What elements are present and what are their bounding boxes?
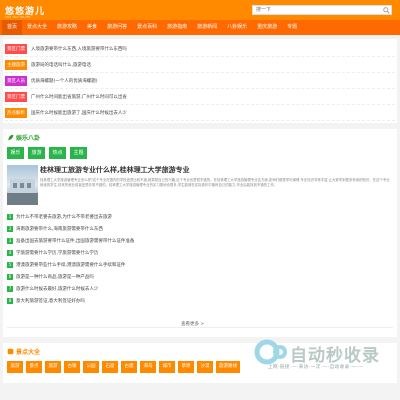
scenic-tab[interactable]: 旅游 bbox=[7, 361, 23, 373]
divider bbox=[7, 327, 393, 328]
nav-item-qa[interactable]: 旅游问答 bbox=[102, 20, 132, 35]
section-title: 娱乐八卦 bbox=[16, 134, 41, 142]
list-item-link[interactable]: 海南旅游要带什么,海南旅游需要带什么东西 bbox=[16, 226, 103, 232]
featured-thumbnail[interactable] bbox=[7, 165, 38, 205]
category-badge[interactable]: 景区门票 bbox=[5, 43, 27, 54]
gossip-section: 娱乐八卦 娱乐 旅游 热点 主题 桂林理工旅游专业什么样,桂林理工大学旅游专业 … bbox=[3, 129, 397, 337]
scenic-tab[interactable]: 古建 bbox=[121, 361, 137, 373]
nav-item-food[interactable]: 美食 bbox=[82, 20, 102, 35]
rank-number: 3 bbox=[7, 238, 13, 244]
top-news-link[interactable]: 旅游局的电话叫什么,旅游电话 bbox=[31, 62, 91, 68]
rank-number: 5 bbox=[7, 262, 13, 268]
tab-theme[interactable]: 主题 bbox=[70, 147, 87, 159]
scenic-section-title: 景点大全 bbox=[16, 348, 41, 356]
watermark-subtext: 上网·链接·—·来访·一次·—·自动收录·—·— bbox=[268, 365, 364, 370]
rank-number: 4 bbox=[7, 250, 13, 256]
section-tabs: 娱乐 旅游 热点 主题 bbox=[7, 147, 393, 159]
nav-item-chongqing[interactable]: 重庆旅游 bbox=[252, 20, 282, 35]
article-list: 1 为什么不带老婆去旅游,为什么不带老婆出去旅游 2 海南旅游要带什么,海南旅游需要带… bbox=[7, 211, 393, 307]
nav-item-gossip[interactable]: 八卦娱乐 bbox=[222, 20, 252, 35]
category-badge[interactable]: 景区门票 bbox=[5, 91, 27, 102]
scenic-tab[interactable]: 公园 bbox=[83, 361, 99, 373]
list-item-link[interactable]: 港澳旅游要带些什么手续,港澳旅游需要什么手续和证件 bbox=[16, 262, 125, 268]
scenic-tab[interactable]: 古镇 bbox=[64, 361, 80, 373]
scenic-tab[interactable]: 沙漠 bbox=[197, 361, 213, 373]
search-icon[interactable] bbox=[381, 6, 391, 14]
list-item[interactable]: 3 准备出国去旅游要带什么证件,出国旅游需要带什么证件准备 bbox=[7, 235, 393, 247]
scenic-tab[interactable]: 城市 bbox=[159, 361, 175, 373]
nav-item-news[interactable]: 旅游新闻 bbox=[192, 20, 222, 35]
tab-travel[interactable]: 旅游 bbox=[28, 147, 45, 159]
list-item-link[interactable]: 意大利旅游签证,意大利签证好办吗 bbox=[16, 298, 85, 304]
scenic-tab[interactable]: 景点 bbox=[26, 361, 42, 373]
scenic-tab[interactable]: 旅游路线 bbox=[216, 361, 240, 373]
tab-entertainment[interactable]: 娱乐 bbox=[7, 147, 24, 159]
list-item-link[interactable]: 旅游是一种什么商品,旅游是一种产品吗 bbox=[16, 274, 94, 280]
list-item-link[interactable]: 为什么不带老婆去旅游,为什么不带老婆出去旅游 bbox=[16, 214, 112, 220]
nav-item-scenic[interactable]: 景点大全 bbox=[22, 20, 52, 35]
section-header: 娱乐八卦 bbox=[7, 132, 393, 142]
list-item-link[interactable]: 学旅游需要什么学历,学旅游需要什么学历 bbox=[16, 250, 98, 256]
watermark-logo-icon bbox=[254, 339, 287, 365]
scenic-tab[interactable]: 海岛 bbox=[140, 361, 156, 373]
list-item[interactable]: 1 为什么不带老婆去旅游,为什么不带老婆出去旅游 bbox=[7, 211, 393, 223]
site-logo-sub: YOU YOU YOU ER bbox=[5, 15, 31, 19]
featured-article[interactable]: 桂林理工旅游专业什么样,桂林理工大学旅游专业 桂林理工大学旅游管理专业怎么样?这… bbox=[7, 165, 393, 207]
top-news-row[interactable]: 景区人员 优质海螺题(一个人的优质海螺题) bbox=[5, 73, 395, 89]
featured-title[interactable]: 桂林理工旅游专业什么样,桂林理工大学旅游专业 bbox=[40, 165, 393, 175]
scenic-tab[interactable]: 石窟 bbox=[102, 361, 118, 373]
header-bar: 悠悠游儿 YOU YOU YOU ER bbox=[0, 0, 400, 20]
list-item-link[interactable]: 准备出国去旅游要带什么证件,出国旅游需要带什么证件准备 bbox=[16, 238, 134, 244]
top-news-row[interactable]: 热点解析 国庆什么时候能出旅游了,国庆什么时候出去人少 bbox=[5, 105, 395, 121]
featured-description: 桂林理工大学旅游管理专业怎么样?这个专业在国内的学校还是比较不错,就算是自己的兴… bbox=[40, 178, 390, 188]
main-nav: 首页 景点大全 旅游攻略 美食 旅游问答 景点百科 旅游指南 旅游新闻 八卦娱乐… bbox=[0, 20, 400, 35]
top-news-list: 景区门票 入境旅游要带什么东西,入境旅游要带什么东西吗 主题旅游 旅游局的电话叫什么,… bbox=[3, 39, 397, 123]
watermark-text: 自动秒收录 bbox=[290, 346, 380, 366]
top-news-link[interactable]: 国庆什么时候能出旅游了,国庆什么时候出去人少 bbox=[31, 110, 127, 116]
list-item[interactable]: 2 海南旅游要带什么,海南旅游需要带什么东西 bbox=[7, 223, 393, 235]
list-item[interactable]: 5 港澳旅游要带些什么手续,港澳旅游需要什么手续和证件 bbox=[7, 259, 393, 271]
list-item[interactable]: 8 意大利旅游签证,意大利签证好办吗 bbox=[7, 295, 393, 307]
page: 悠悠游儿 YOU YOU YOU ER 首页 景点大全 旅游攻略 美食 旅游问答… bbox=[0, 0, 400, 400]
nav-item-guide[interactable]: 旅游攻略 bbox=[52, 20, 82, 35]
top-news-row[interactable]: 主题旅游 旅游局的电话叫什么,旅游电话 bbox=[5, 57, 395, 73]
top-news-link[interactable]: 入境旅游要带什么东西,入境旅游要带什么东西吗 bbox=[31, 46, 127, 52]
nav-item-home[interactable]: 首页 bbox=[2, 20, 23, 35]
rank-number: 8 bbox=[7, 298, 13, 304]
top-news-row[interactable]: 景区门票 入境旅游要带什么东西,入境旅游要带什么东西吗 bbox=[5, 41, 395, 57]
more-link[interactable]: 查看更多 > bbox=[181, 321, 204, 327]
search-input[interactable] bbox=[253, 6, 381, 14]
category-badge[interactable]: 景区人员 bbox=[5, 75, 27, 86]
category-badge[interactable]: 主题旅游 bbox=[5, 59, 27, 70]
rank-number: 6 bbox=[7, 274, 13, 280]
top-news-link[interactable]: 优质海螺题(一个人的优质海螺题) bbox=[31, 78, 98, 84]
category-badge[interactable]: 热点解析 bbox=[5, 107, 27, 118]
watermark: 自动秒收录 上网·链接·—·来访·一次·—·自动收录·—·— bbox=[252, 337, 400, 377]
nav-item-wiki[interactable]: 景点百科 bbox=[132, 20, 162, 35]
nav-item-tips[interactable]: 旅游指南 bbox=[162, 20, 192, 35]
scenic-icon bbox=[7, 348, 14, 354]
featured-body: 桂林理工旅游专业什么样,桂林理工大学旅游专业 桂林理工大学旅游管理专业怎么样?这… bbox=[40, 165, 393, 207]
rank-number: 7 bbox=[7, 286, 13, 292]
rank-number: 1 bbox=[7, 214, 13, 220]
list-item-link[interactable]: 旅游什么时候去最好,旅游什么时候去人少 bbox=[16, 286, 98, 292]
nav-item-topics[interactable]: 专题 bbox=[282, 20, 302, 35]
tab-hot[interactable]: 热点 bbox=[49, 147, 66, 159]
top-news-link[interactable]: 广州什么时间能出省旅游,广州什么时间可以出省 bbox=[31, 94, 127, 100]
search-box bbox=[252, 5, 392, 15]
top-news-row[interactable]: 景区门票 广州什么时间能出省旅游,广州什么时间可以出省 bbox=[5, 89, 395, 105]
scenic-tab[interactable]: 草原 bbox=[178, 361, 194, 373]
list-item[interactable]: 6 旅游是一种什么商品,旅游是一种产品吗 bbox=[7, 271, 393, 283]
scenic-tab[interactable]: 旅游 bbox=[45, 361, 61, 373]
rank-number: 2 bbox=[7, 226, 13, 232]
leaf-icon bbox=[8, 134, 14, 140]
list-item[interactable]: 4 学旅游需要什么学历,学旅游需要什么学历 bbox=[7, 247, 393, 259]
list-item[interactable]: 7 旅游什么时候去最好,旅游什么时候去人少 bbox=[7, 283, 393, 295]
